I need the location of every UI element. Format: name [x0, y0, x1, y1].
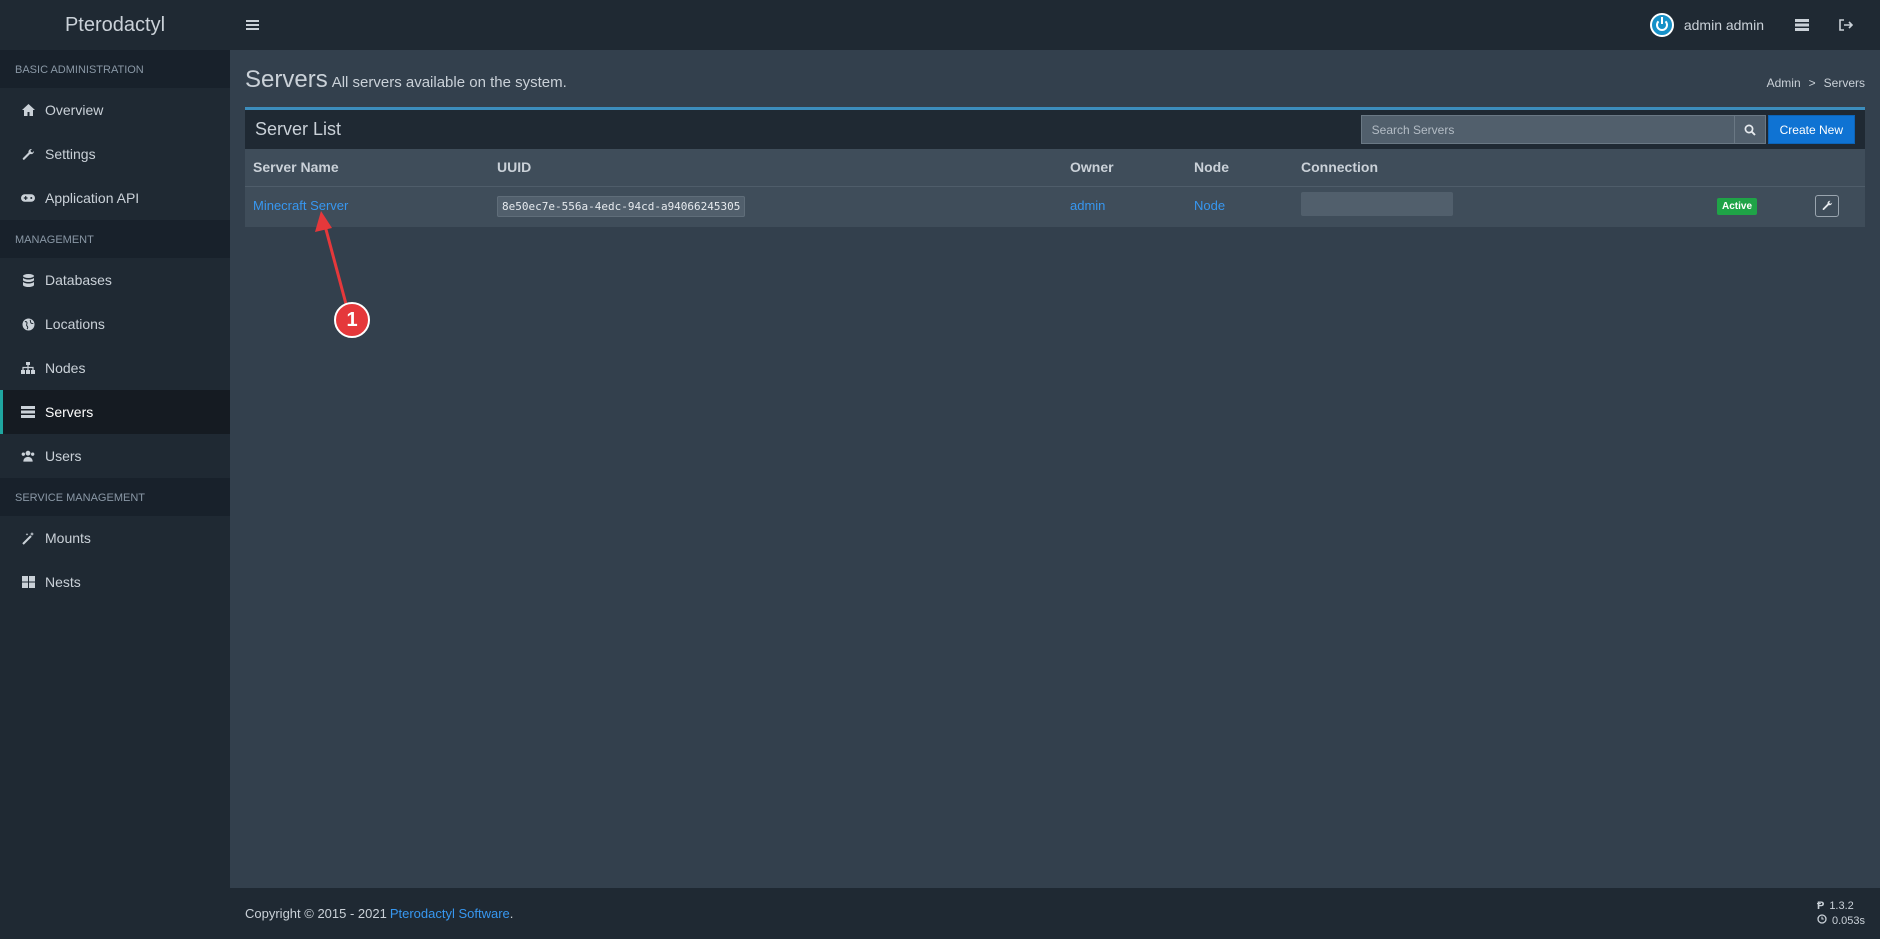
manage-server-button[interactable] — [1815, 194, 1839, 217]
home-icon — [21, 103, 35, 117]
magic-icon — [21, 531, 35, 545]
footer-copyright: Copyright © 2015 - 2021 — [245, 906, 387, 921]
breadcrumb: Admin > Servers — [1767, 76, 1865, 90]
table-row: Minecraft Server 8e50ec7e-556a-4edc-94cd… — [245, 186, 1865, 225]
sitemap-icon — [21, 361, 35, 375]
sidebar: BASIC ADMINISTRATION Overview Settings A… — [0, 50, 230, 939]
sidebar-section-basic: BASIC ADMINISTRATION — [0, 50, 230, 88]
footer-company-link[interactable]: Pterodactyl Software — [390, 906, 510, 921]
owner-link[interactable]: admin — [1070, 198, 1105, 213]
users-icon — [21, 449, 35, 463]
sidebar-section-management: MANAGEMENT — [0, 220, 230, 258]
breadcrumb-admin[interactable]: Admin — [1767, 76, 1801, 90]
sidebar-item-label: Nodes — [45, 360, 86, 376]
top-navbar: Pterodactyl admin admin — [0, 0, 1880, 50]
column-owner: Owner — [1062, 149, 1186, 187]
sidebar-item-label: Settings — [45, 146, 96, 162]
sidebar-item-locations[interactable]: Locations — [0, 302, 230, 346]
footer: Copyright © 2015 - 2021 Pterodactyl Soft… — [230, 888, 1880, 939]
wrench-icon — [1822, 201, 1832, 211]
sidebar-section-service: SERVICE MANAGEMENT — [0, 478, 230, 516]
server-uuid: 8e50ec7e-556a-4edc-94cd-a94066245305 — [497, 196, 746, 218]
sidebar-item-nests[interactable]: Nests — [0, 560, 230, 604]
column-status — [1685, 149, 1789, 187]
search-group: Create New — [1360, 115, 1855, 144]
server-table: Server Name UUID Owner Node Connection M… — [245, 149, 1865, 225]
sidebar-item-application-api[interactable]: Application API — [0, 176, 230, 220]
sidebar-item-label: Nests — [45, 574, 81, 590]
sidebar-item-label: Overview — [45, 102, 104, 118]
column-connection: Connection — [1293, 149, 1685, 187]
globe-icon — [21, 317, 35, 331]
sidebar-item-servers[interactable]: Servers — [0, 390, 230, 434]
server-list-box: Server List Create New Server Name UUID … — [245, 107, 1865, 227]
column-server-name: Server Name — [245, 149, 489, 187]
footer-time: 0.053s — [1831, 914, 1865, 927]
brand-logo[interactable]: Pterodactyl — [0, 0, 230, 50]
footer-period: . — [509, 906, 514, 921]
breadcrumb-separator: > — [1808, 76, 1816, 90]
user-name: admin admin — [1683, 17, 1764, 33]
sidebar-item-label: Locations — [45, 316, 105, 332]
server-icon — [1795, 19, 1809, 31]
sidebar-item-users[interactable]: Users — [0, 434, 230, 478]
footer-version: 1.3.2 — [1829, 899, 1854, 912]
breadcrumb-servers: Servers — [1823, 76, 1865, 90]
th-large-icon — [21, 575, 35, 589]
sidebar-item-label: Application API — [45, 190, 140, 206]
column-actions — [1789, 149, 1865, 187]
search-button[interactable] — [1734, 115, 1766, 144]
node-link[interactable]: Node — [1194, 198, 1225, 213]
table-header-row: Server Name UUID Owner Node Connection — [245, 149, 1865, 187]
hamburger-icon — [245, 24, 259, 26]
database-icon — [21, 273, 35, 287]
server-name-link[interactable]: Minecraft Server — [253, 198, 348, 213]
avatar — [1649, 13, 1674, 37]
create-new-button[interactable]: Create New — [1767, 115, 1855, 144]
sign-out-icon — [1839, 19, 1853, 31]
sidebar-item-databases[interactable]: Databases — [0, 258, 230, 302]
server-icon — [21, 405, 35, 419]
search-icon — [1744, 124, 1756, 136]
sidebar-item-overview[interactable]: Overview — [0, 88, 230, 132]
sidebar-item-mounts[interactable]: Mounts — [0, 516, 230, 560]
server-list-header: Server List Create New — [245, 110, 1865, 149]
column-node: Node — [1186, 149, 1293, 187]
page-subtitle: All servers available on the system. — [331, 74, 567, 91]
search-input[interactable] — [1360, 115, 1735, 144]
topbar-right: admin admin — [1634, 0, 1880, 50]
sidebar-item-label: Databases — [45, 272, 112, 288]
user-menu[interactable]: admin admin — [1634, 13, 1780, 37]
main-content: Servers All servers available on the sys… — [230, 50, 1880, 888]
page-header: Servers All servers available on the sys… — [245, 66, 1865, 94]
page-title: Servers — [245, 66, 328, 93]
annotation-marker: 1 — [334, 302, 370, 338]
server-list-link[interactable] — [1780, 0, 1824, 50]
sidebar-item-settings[interactable]: Settings — [0, 132, 230, 176]
version-icon: Ᵽ — [1816, 899, 1825, 912]
wrench-icon — [21, 147, 35, 161]
footer-meta: Ᵽ 1.3.2 0.053s — [1817, 899, 1865, 929]
clock-icon — [1817, 913, 1827, 929]
sidebar-item-label: Users — [45, 448, 82, 464]
connection-address — [1301, 192, 1453, 217]
gamepad-icon — [21, 191, 35, 205]
sidebar-item-label: Servers — [45, 404, 94, 420]
sidebar-item-nodes[interactable]: Nodes — [0, 346, 230, 390]
column-uuid: UUID — [489, 149, 1062, 187]
sidebar-toggle-button[interactable] — [230, 0, 274, 50]
status-badge: Active — [1716, 197, 1757, 215]
logout-button[interactable] — [1824, 0, 1868, 50]
sidebar-item-label: Mounts — [45, 530, 91, 546]
server-list-title: Server List — [255, 119, 342, 139]
